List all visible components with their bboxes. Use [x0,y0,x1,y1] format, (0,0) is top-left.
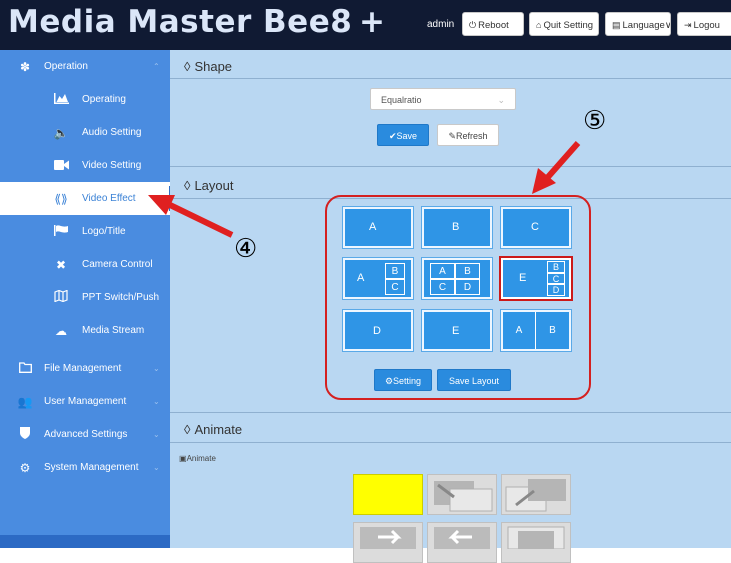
callout-number-five: ⑤ [583,106,607,136]
callout-number-four: ④ [234,234,258,264]
annotation-arrows [148,141,581,238]
